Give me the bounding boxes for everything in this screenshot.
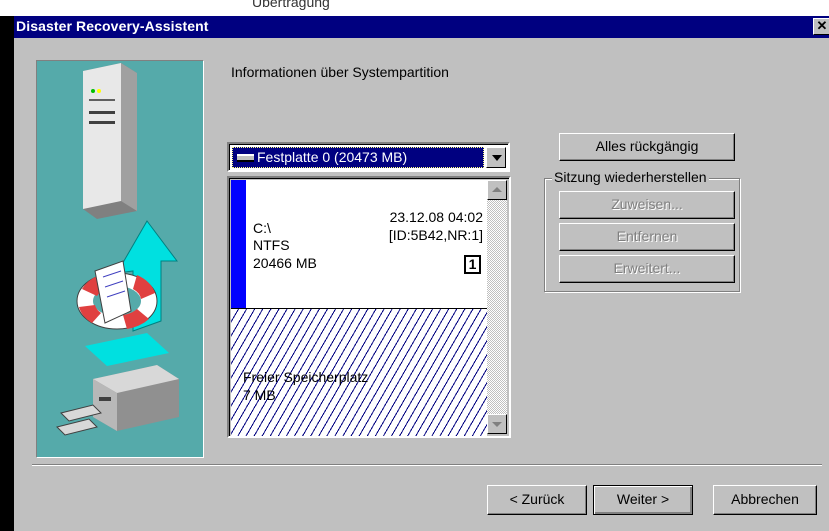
footer-separator bbox=[32, 464, 822, 466]
cancel-button[interactable]: Abbrechen bbox=[713, 485, 817, 515]
remove-button[interactable]: Entfernen bbox=[559, 223, 735, 251]
free-space-label: Freier Speicherplatz bbox=[243, 369, 369, 385]
advanced-button[interactable]: Erweitert... bbox=[559, 255, 735, 283]
recovery-illustration-icon bbox=[56, 63, 179, 436]
partition-filesystem: NTFS bbox=[253, 237, 290, 253]
window-title: Disaster Recovery-Assistent bbox=[16, 18, 209, 34]
background-strip: Übertragung bbox=[0, 0, 829, 16]
scroll-down-icon[interactable] bbox=[487, 414, 507, 434]
partition-size: 20466 MB bbox=[253, 255, 317, 271]
disk-select-value[interactable]: Festplatte 0 (20473 MB) bbox=[232, 147, 484, 168]
next-button[interactable]: Weiter > bbox=[593, 485, 693, 515]
wizard-window: Disaster Recovery-Assistent ✕ Informatio… bbox=[14, 16, 829, 531]
partition-drive: C:\ bbox=[253, 220, 271, 236]
undo-all-button[interactable]: Alles rückgängig bbox=[559, 133, 735, 161]
partition-scrollbar[interactable] bbox=[487, 180, 507, 434]
back-button[interactable]: < Zurück bbox=[487, 485, 587, 515]
background-text: Übertragung bbox=[252, 0, 330, 10]
wizard-illustration bbox=[36, 60, 204, 458]
assign-button[interactable]: Zuweisen... bbox=[559, 191, 735, 219]
chevron-down-icon[interactable] bbox=[486, 147, 506, 168]
floppy-disk-icon bbox=[56, 404, 102, 436]
close-icon: ✕ bbox=[816, 18, 828, 33]
restore-session-title: Sitzung wiederherstellen bbox=[552, 169, 709, 185]
hard-disk-icon bbox=[237, 154, 254, 162]
partition-c[interactable]: C:\ NTFS 20466 MB 23.12.08 04:02 [ID:5B4… bbox=[231, 180, 487, 308]
free-space-block[interactable]: Freier Speicherplatz 7 MB bbox=[231, 308, 487, 436]
scroll-up-icon[interactable] bbox=[487, 180, 507, 200]
close-button[interactable]: ✕ bbox=[813, 18, 829, 35]
page-heading: Informationen über Systempartition bbox=[231, 64, 449, 80]
free-space-size: 7 MB bbox=[243, 387, 276, 403]
partition-id: [ID:5B42,NR:1] bbox=[388, 227, 483, 243]
partition-date: 23.12.08 04:02 bbox=[389, 209, 483, 225]
disk-select[interactable]: Festplatte 0 (20473 MB) bbox=[227, 142, 510, 172]
partition-number-badge: 1 bbox=[464, 255, 481, 274]
partition-list: C:\ NTFS 20466 MB 23.12.08 04:02 [ID:5B4… bbox=[227, 176, 511, 438]
server-tower-icon bbox=[83, 63, 137, 219]
title-bar[interactable]: Disaster Recovery-Assistent ✕ bbox=[14, 16, 829, 38]
computer-icon bbox=[93, 365, 179, 431]
